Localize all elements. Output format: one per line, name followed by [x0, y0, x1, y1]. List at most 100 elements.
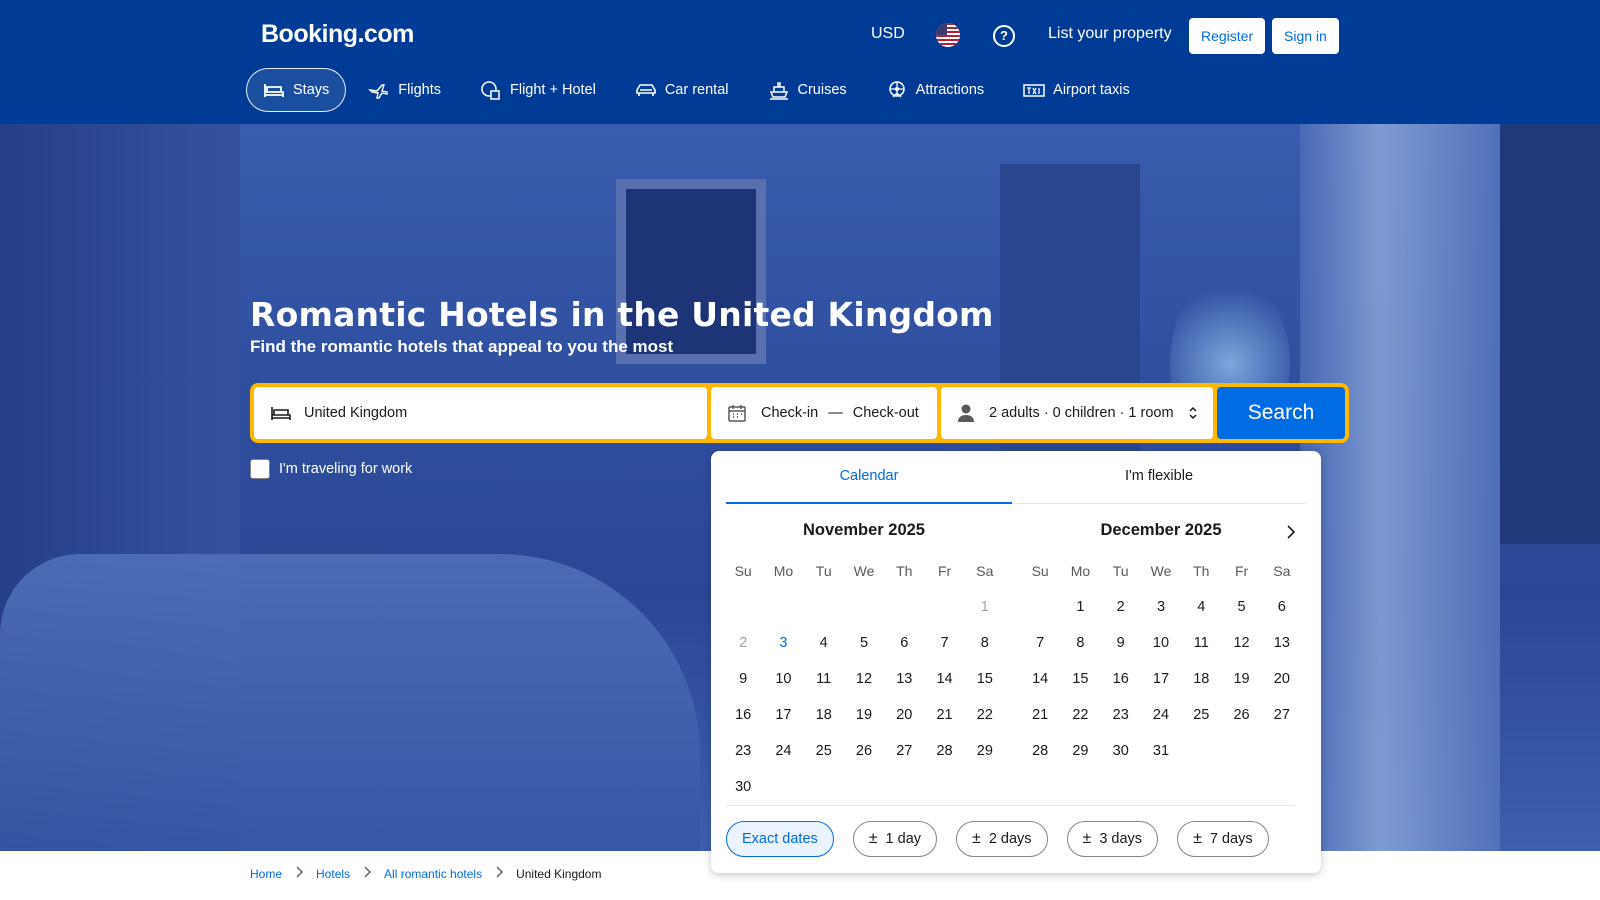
- calendar-day[interactable]: 8: [965, 625, 1005, 661]
- tab-flexible[interactable]: I'm flexible: [1016, 451, 1302, 504]
- breadcrumb-link[interactable]: All romantic hotels: [384, 867, 482, 881]
- hero-curtain: [1300, 124, 1500, 851]
- calendar-day[interactable]: 30: [723, 769, 763, 805]
- nav-item-flight-hotel[interactable]: Flight + Hotel: [463, 68, 613, 112]
- calendar-day[interactable]: 16: [723, 697, 763, 733]
- nav-label: Flight + Hotel: [509, 82, 596, 98]
- booking-logo[interactable]: Booking.com: [261, 20, 414, 49]
- calendar-day[interactable]: 10: [763, 661, 803, 697]
- calendar-day[interactable]: 8: [1060, 625, 1100, 661]
- chevron-right-icon[interactable]: [1283, 524, 1299, 540]
- work-travel-checkbox[interactable]: I'm traveling for work: [250, 459, 412, 479]
- calendar-day[interactable]: 15: [965, 661, 1005, 697]
- list-property-link[interactable]: List your property: [1048, 25, 1172, 43]
- checkbox-box[interactable]: [250, 459, 270, 479]
- calendar-day[interactable]: 5: [1221, 589, 1261, 625]
- register-button[interactable]: Register: [1189, 18, 1266, 54]
- calendar-day[interactable]: 14: [1020, 661, 1060, 697]
- calendar-day[interactable]: 27: [1262, 697, 1302, 733]
- calendar-day[interactable]: 11: [804, 661, 844, 697]
- taxi-icon: [1023, 84, 1045, 97]
- calendar-day[interactable]: 6: [884, 625, 924, 661]
- calendar-day[interactable]: 25: [804, 733, 844, 769]
- sign-in-button[interactable]: Sign in: [1272, 18, 1339, 54]
- nav-item-stays[interactable]: Stays: [246, 68, 347, 112]
- nav-item-attractions[interactable]: Attractions: [869, 68, 1002, 112]
- nav-item-flights[interactable]: Flights: [351, 68, 458, 112]
- calendar-day[interactable]: 11: [1181, 625, 1221, 661]
- calendar-day[interactable]: 9: [723, 661, 763, 697]
- flex-days-chip[interactable]: ±3 days: [1066, 821, 1159, 857]
- calendar-day[interactable]: 17: [763, 697, 803, 733]
- calendar-day[interactable]: 25: [1181, 697, 1221, 733]
- calendar-day[interactable]: 16: [1101, 661, 1141, 697]
- calendar-day[interactable]: 14: [924, 661, 964, 697]
- tab-calendar[interactable]: Calendar: [726, 451, 1012, 504]
- calendar-day[interactable]: 26: [844, 733, 884, 769]
- calendar-day[interactable]: 3: [763, 625, 803, 661]
- nav-item-car-rental[interactable]: Car rental: [618, 68, 746, 112]
- calendar-day[interactable]: 21: [924, 697, 964, 733]
- flexibility-chips: Exact dates ±1 day ±2 days ±3 days ±7 days: [726, 821, 1288, 857]
- flex-days-chip[interactable]: ±2 days: [956, 821, 1048, 857]
- calendar-day[interactable]: 22: [965, 697, 1005, 733]
- calendar-day[interactable]: 4: [1181, 589, 1221, 625]
- calendar-day[interactable]: 17: [1141, 661, 1181, 697]
- calendar-day[interactable]: 21: [1020, 697, 1060, 733]
- guests-value: 2 adults · 0 children · 1 room: [989, 405, 1174, 421]
- destination-field[interactable]: United Kingdom: [254, 387, 707, 439]
- calendar-day[interactable]: 20: [884, 697, 924, 733]
- calendar-day[interactable]: 7: [1020, 625, 1060, 661]
- nav-item-airport-taxis[interactable]: Airport taxis: [1006, 68, 1147, 112]
- calendar-day[interactable]: 4: [804, 625, 844, 661]
- calendar-day[interactable]: 6: [1262, 589, 1302, 625]
- calendar-day[interactable]: 1: [1060, 589, 1100, 625]
- calendar-day[interactable]: 31: [1141, 733, 1181, 769]
- calendar-day[interactable]: 22: [1060, 697, 1100, 733]
- calendar-day[interactable]: 19: [1221, 661, 1261, 697]
- calendar-day[interactable]: 24: [1141, 697, 1181, 733]
- calendar-day[interactable]: 30: [1101, 733, 1141, 769]
- calendar-day[interactable]: 15: [1060, 661, 1100, 697]
- help-icon[interactable]: ?: [993, 25, 1015, 47]
- month-december: December 2025 Su Mo Tu We Th Fr Sa 1 2 3 4 5 6 7 8 9 10 11…: [1020, 521, 1302, 769]
- calendar-day[interactable]: 2: [1101, 589, 1141, 625]
- calendar-day[interactable]: 23: [723, 733, 763, 769]
- nav-item-cruises[interactable]: Cruises: [751, 68, 864, 112]
- calendar-empty-cell: [763, 769, 803, 805]
- calendar-day[interactable]: 26: [1221, 697, 1261, 733]
- calendar-day[interactable]: 3: [1141, 589, 1181, 625]
- guests-field[interactable]: 2 adults · 0 children · 1 room: [941, 387, 1213, 439]
- checkin-label: Check-in: [761, 405, 819, 421]
- calendar-day[interactable]: 18: [804, 697, 844, 733]
- calendar-day[interactable]: 13: [1262, 625, 1302, 661]
- calendar-day[interactable]: 12: [1221, 625, 1261, 661]
- flex-days-chip[interactable]: ±7 days: [1177, 821, 1269, 857]
- calendar-day[interactable]: 19: [844, 697, 884, 733]
- breadcrumb-link[interactable]: Hotels: [316, 867, 350, 881]
- calendar-day[interactable]: 20: [1262, 661, 1302, 697]
- calendar-day[interactable]: 29: [965, 733, 1005, 769]
- dates-field[interactable]: Check-in — Check-out: [711, 387, 937, 439]
- calendar-day[interactable]: 23: [1101, 697, 1141, 733]
- search-button[interactable]: Search: [1217, 387, 1345, 439]
- calendar-day[interactable]: 13: [884, 661, 924, 697]
- calendar-empty-cell: [723, 589, 763, 625]
- calendar-day[interactable]: 27: [884, 733, 924, 769]
- currency-selector[interactable]: USD: [871, 25, 905, 43]
- breadcrumb-link[interactable]: Home: [250, 867, 282, 881]
- calendar-day[interactable]: 28: [1020, 733, 1060, 769]
- calendar-day[interactable]: 10: [1141, 625, 1181, 661]
- exact-dates-chip[interactable]: Exact dates: [726, 821, 834, 857]
- calendar-day[interactable]: 28: [924, 733, 964, 769]
- calendar-day[interactable]: 7: [924, 625, 964, 661]
- calendar-day[interactable]: 24: [763, 733, 803, 769]
- flex-days-chip[interactable]: ±1 day: [852, 821, 938, 857]
- us-flag-icon[interactable]: [936, 23, 960, 47]
- calendar-day[interactable]: 5: [844, 625, 884, 661]
- weekday-label: Su: [734, 563, 752, 579]
- calendar-day[interactable]: 12: [844, 661, 884, 697]
- calendar-day[interactable]: 9: [1101, 625, 1141, 661]
- calendar-day[interactable]: 29: [1060, 733, 1100, 769]
- calendar-day[interactable]: 18: [1181, 661, 1221, 697]
